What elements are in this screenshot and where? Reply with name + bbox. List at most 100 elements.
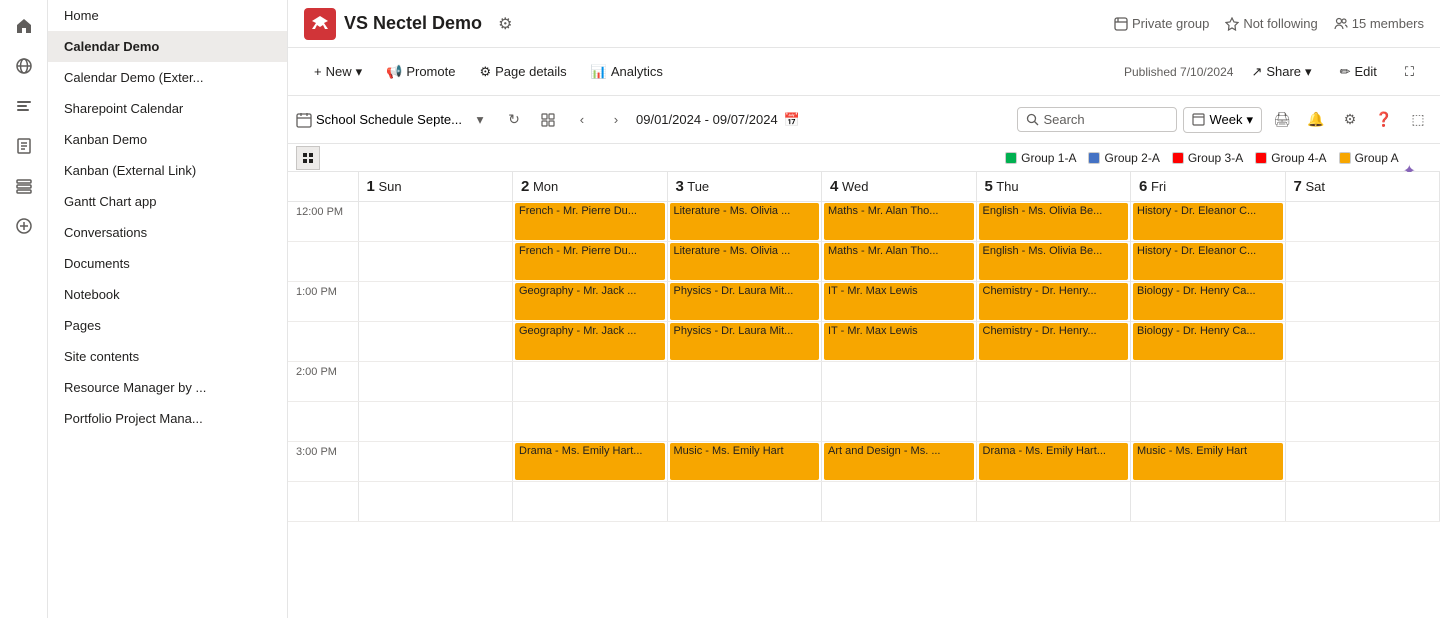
- activity-icon[interactable]: [6, 88, 42, 124]
- lists-icon[interactable]: [6, 168, 42, 204]
- expand-button[interactable]: ⛶: [1395, 58, 1424, 86]
- sidebar-item-5[interactable]: Kanban (External Link): [48, 155, 287, 186]
- refresh-btn[interactable]: ↻: [500, 106, 528, 134]
- new-button[interactable]: + New ▾: [304, 58, 372, 86]
- legend-item-4: Group A: [1339, 151, 1399, 165]
- week-selector[interactable]: Week ▾: [1183, 107, 1262, 133]
- event-block[interactable]: French - Mr. Pierre Du...: [515, 203, 665, 240]
- event-block[interactable]: Music - Ms. Emily Hart: [1133, 443, 1283, 480]
- page-details-button[interactable]: ⚙ Page details: [469, 58, 576, 86]
- not-following-button[interactable]: Not following: [1225, 16, 1317, 31]
- sidebar-item-7[interactable]: Conversations: [48, 217, 287, 248]
- grid-cell-r3-c4[interactable]: IT - Mr. Max Lewis: [822, 322, 977, 362]
- day-header-mon: 2 Mon: [513, 172, 668, 202]
- calendar-dropdown-btn[interactable]: ▾: [466, 106, 494, 134]
- grid-cell-r3-c6[interactable]: Biology - Dr. Henry Ca...: [1131, 322, 1286, 362]
- event-block[interactable]: Biology - Dr. Henry Ca...: [1133, 323, 1283, 360]
- grid-cell-r6-c5[interactable]: Drama - Ms. Emily Hart...: [976, 442, 1131, 482]
- event-block[interactable]: English - Ms. Olivia Be...: [979, 243, 1129, 280]
- sidebar-item-4[interactable]: Kanban Demo: [48, 124, 287, 155]
- search-box[interactable]: Search: [1017, 107, 1177, 132]
- sites-icon[interactable]: [6, 48, 42, 84]
- event-block[interactable]: Chemistry - Dr. Henry...: [979, 283, 1129, 320]
- sidebar-item-1[interactable]: Calendar Demo: [48, 31, 287, 62]
- event-block[interactable]: Music - Ms. Emily Hart: [670, 443, 820, 480]
- help-btn[interactable]: ❓: [1370, 106, 1398, 134]
- grid-cell-r2-c5[interactable]: Chemistry - Dr. Henry...: [976, 282, 1131, 322]
- grid-cell-r2-c4[interactable]: IT - Mr. Max Lewis: [822, 282, 977, 322]
- grid-cell-r1-c2[interactable]: French - Mr. Pierre Du...: [513, 242, 668, 282]
- event-block[interactable]: Art and Design - Ms. ...: [824, 443, 974, 480]
- members-button[interactable]: 15 members: [1334, 16, 1424, 31]
- home-icon[interactable]: [6, 8, 42, 44]
- event-block[interactable]: History - Dr. Eleanor C...: [1133, 203, 1283, 240]
- grid-cell-r0-c5[interactable]: English - Ms. Olivia Be...: [976, 202, 1131, 242]
- grid-cell-r6-c3[interactable]: Music - Ms. Emily Hart: [667, 442, 822, 482]
- grid-cell-r2-c3[interactable]: Physics - Dr. Laura Mit...: [667, 282, 822, 322]
- event-block[interactable]: IT - Mr. Max Lewis: [824, 283, 974, 320]
- sidebar-item-6[interactable]: Gantt Chart app: [48, 186, 287, 217]
- legend-toggle[interactable]: [296, 146, 320, 170]
- event-block[interactable]: Maths - Mr. Alan Tho...: [824, 203, 974, 240]
- share-button[interactable]: ↗ Share ▾: [1241, 58, 1321, 86]
- sidebar-item-10[interactable]: Pages: [48, 310, 287, 341]
- edit-button[interactable]: ✏ Edit: [1330, 58, 1387, 86]
- sidebar-item-9[interactable]: Notebook: [48, 279, 287, 310]
- grid-view-btn[interactable]: [534, 106, 562, 134]
- grid-cell-r0-c6[interactable]: History - Dr. Eleanor C...: [1131, 202, 1286, 242]
- event-block[interactable]: English - Ms. Olivia Be...: [979, 203, 1129, 240]
- legend-label-0: Group 1-A: [1021, 151, 1076, 165]
- sidebar-item-2[interactable]: Calendar Demo (Exter...: [48, 62, 287, 93]
- grid-cell-r7-c3: [667, 482, 822, 522]
- grid-cell-r1-c5[interactable]: English - Ms. Olivia Be...: [976, 242, 1131, 282]
- event-block[interactable]: Physics - Dr. Laura Mit...: [670, 283, 820, 320]
- event-block[interactable]: Biology - Dr. Henry Ca...: [1133, 283, 1283, 320]
- grid-cell-r6-c4[interactable]: Art and Design - Ms. ...: [822, 442, 977, 482]
- pages-icon[interactable]: [6, 128, 42, 164]
- event-block[interactable]: Drama - Ms. Emily Hart...: [515, 443, 665, 480]
- grid-cell-r0-c4[interactable]: Maths - Mr. Alan Tho...: [822, 202, 977, 242]
- event-block[interactable]: IT - Mr. Max Lewis: [824, 323, 974, 360]
- event-block[interactable]: Physics - Dr. Laura Mit...: [670, 323, 820, 360]
- sidebar-item-13[interactable]: Portfolio Project Mana...: [48, 403, 287, 434]
- grid-cell-r3-c3[interactable]: Physics - Dr. Laura Mit...: [667, 322, 822, 362]
- site-settings-icon[interactable]: ⚙: [498, 14, 512, 34]
- legend-color-2: [1172, 152, 1184, 164]
- event-block[interactable]: Literature - Ms. Olivia ...: [670, 243, 820, 280]
- export-btn[interactable]: ⬚: [1404, 106, 1432, 134]
- sidebar-item-3[interactable]: Sharepoint Calendar: [48, 93, 287, 124]
- analytics-button[interactable]: 📊 Analytics: [581, 58, 673, 86]
- event-block[interactable]: French - Mr. Pierre Du...: [515, 243, 665, 280]
- event-block[interactable]: Literature - Ms. Olivia ...: [670, 203, 820, 240]
- grid-cell-r3-c2[interactable]: Geography - Mr. Jack ...: [513, 322, 668, 362]
- event-block[interactable]: Chemistry - Dr. Henry...: [979, 323, 1129, 360]
- event-block[interactable]: Geography - Mr. Jack ...: [515, 283, 665, 320]
- event-block[interactable]: Maths - Mr. Alan Tho...: [824, 243, 974, 280]
- grid-cell-r1-c4[interactable]: Maths - Mr. Alan Tho...: [822, 242, 977, 282]
- grid-cell-r3-c5[interactable]: Chemistry - Dr. Henry...: [976, 322, 1131, 362]
- next-btn[interactable]: ›: [602, 106, 630, 134]
- day-header-sun: 1 Sun: [358, 172, 513, 202]
- sidebar-item-12[interactable]: Resource Manager by ...: [48, 372, 287, 403]
- event-block[interactable]: Geography - Mr. Jack ...: [515, 323, 665, 360]
- grid-cell-r1-c3[interactable]: Literature - Ms. Olivia ...: [667, 242, 822, 282]
- sidebar-item-8[interactable]: Documents: [48, 248, 287, 279]
- grid-cell-r2-c2[interactable]: Geography - Mr. Jack ...: [513, 282, 668, 322]
- sidebar-item-0[interactable]: Home: [48, 0, 287, 31]
- print-btn[interactable]: 🖨: [1268, 106, 1296, 134]
- grid-cell-r6-c2[interactable]: Drama - Ms. Emily Hart...: [513, 442, 668, 482]
- sidebar-item-11[interactable]: Site contents: [48, 341, 287, 372]
- settings-btn[interactable]: ⚙: [1336, 106, 1364, 134]
- grid-cell-r0-c3[interactable]: Literature - Ms. Olivia ...: [667, 202, 822, 242]
- private-group-button[interactable]: Private group: [1114, 16, 1209, 31]
- event-block[interactable]: Drama - Ms. Emily Hart...: [979, 443, 1129, 480]
- grid-cell-r6-c6[interactable]: Music - Ms. Emily Hart: [1131, 442, 1286, 482]
- promote-button[interactable]: 📢 Promote: [376, 58, 465, 86]
- prev-btn[interactable]: ‹: [568, 106, 596, 134]
- grid-cell-r0-c2[interactable]: French - Mr. Pierre Du...: [513, 202, 668, 242]
- grid-cell-r1-c6[interactable]: History - Dr. Eleanor C...: [1131, 242, 1286, 282]
- alert-btn[interactable]: 🔔: [1302, 106, 1330, 134]
- add-icon[interactable]: [6, 208, 42, 244]
- event-block[interactable]: History - Dr. Eleanor C...: [1133, 243, 1283, 280]
- grid-cell-r2-c6[interactable]: Biology - Dr. Henry Ca...: [1131, 282, 1286, 322]
